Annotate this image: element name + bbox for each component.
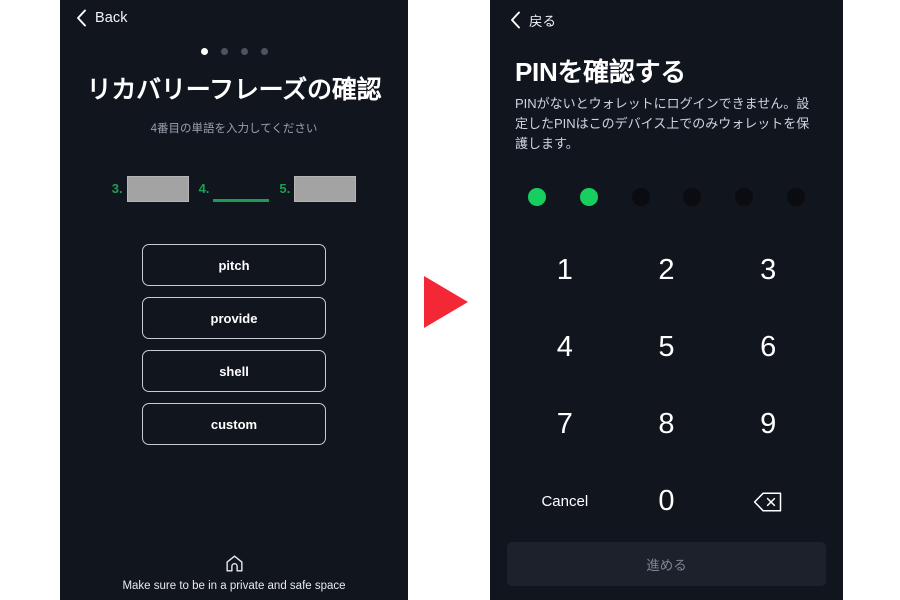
- key-8[interactable]: 8: [616, 386, 718, 463]
- pin-dot-5: [735, 188, 754, 206]
- back-button-right[interactable]: 戻る: [510, 10, 556, 30]
- page-title-right: PINを確認する: [515, 57, 686, 87]
- page-title-left: リカバリーフレーズの確認: [86, 76, 382, 104]
- home-icon: [225, 555, 243, 572]
- option-button-pitch[interactable]: pitch: [142, 244, 326, 286]
- key-7[interactable]: 7: [514, 386, 616, 463]
- word-slot-4[interactable]: 4.: [199, 176, 270, 202]
- option-button-custom[interactable]: custom: [142, 403, 326, 445]
- word-slot-row: 3. 4. 5.: [60, 176, 408, 202]
- word-slot-5[interactable]: 5.: [279, 176, 357, 202]
- key-backspace[interactable]: [717, 463, 819, 540]
- chevron-left-icon: [511, 11, 520, 29]
- play-triangle-right-icon: [424, 276, 468, 328]
- word-slot-4-number: 4.: [198, 181, 210, 196]
- word-slot-5-redaction: [294, 176, 357, 202]
- back-button-left[interactable]: Back: [76, 9, 128, 27]
- word-slot-5-number: 5.: [279, 181, 291, 196]
- key-4[interactable]: 4: [514, 309, 616, 386]
- key-2[interactable]: 2: [616, 232, 718, 309]
- right-phone-screen: 戻る PINを確認する PINがないとウォレットにログインできません。設定したP…: [490, 0, 843, 600]
- left-phone-screen: Back リカバリーフレーズの確認 4番目の単語を入力してください 3. 4. …: [60, 0, 408, 600]
- back-button-label: 戻る: [529, 14, 556, 29]
- word-slot-4-input-underline[interactable]: [213, 176, 270, 202]
- proceed-button[interactable]: 進める: [507, 542, 826, 586]
- pin-dot-2: [579, 188, 598, 206]
- screenshot-stage: Back リカバリーフレーズの確認 4番目の単語を入力してください 3. 4. …: [0, 0, 900, 600]
- chevron-left-icon: [77, 9, 86, 27]
- key-6[interactable]: 6: [717, 309, 819, 386]
- pin-dot-6: [786, 188, 805, 206]
- pin-entry-dots: [528, 188, 805, 206]
- word-options-list: pitch provide shell custom: [142, 244, 326, 445]
- word-slot-3-redaction: [126, 176, 189, 202]
- key-9[interactable]: 9: [717, 386, 819, 463]
- page-description-right: PINがないとウォレットにログインできません。設定したPINはこのデバイス上での…: [515, 96, 810, 152]
- privacy-notice-text: Make sure to be in a private and safe sp…: [122, 580, 346, 592]
- pagination-dot-1: [200, 48, 208, 55]
- key-cancel[interactable]: Cancel: [514, 463, 616, 540]
- word-slot-3[interactable]: 3.: [112, 176, 189, 202]
- key-0[interactable]: 0: [616, 463, 718, 540]
- page-subtitle-left: 4番目の単語を入力してください: [150, 123, 318, 135]
- pagination-dot-3: [240, 48, 248, 55]
- pin-dot-3: [631, 188, 650, 206]
- backspace-icon: [754, 491, 782, 512]
- key-5[interactable]: 5: [616, 309, 718, 386]
- key-1[interactable]: 1: [514, 232, 616, 309]
- pin-keypad: 1 2 3 4 5 6 7 8 9 Cancel 0: [514, 232, 819, 540]
- word-slot-3-number: 3.: [111, 181, 123, 196]
- pagination-dots: [60, 48, 408, 55]
- option-button-provide[interactable]: provide: [142, 297, 326, 339]
- pin-dot-4: [683, 188, 702, 206]
- pagination-dot-4: [260, 48, 268, 55]
- pin-dot-1: [528, 188, 546, 206]
- pagination-dot-2: [220, 48, 228, 55]
- option-button-shell[interactable]: shell: [142, 350, 326, 392]
- back-button-label: Back: [95, 10, 128, 26]
- privacy-notice: Make sure to be in a private and safe sp…: [60, 553, 408, 592]
- key-3[interactable]: 3: [717, 232, 819, 309]
